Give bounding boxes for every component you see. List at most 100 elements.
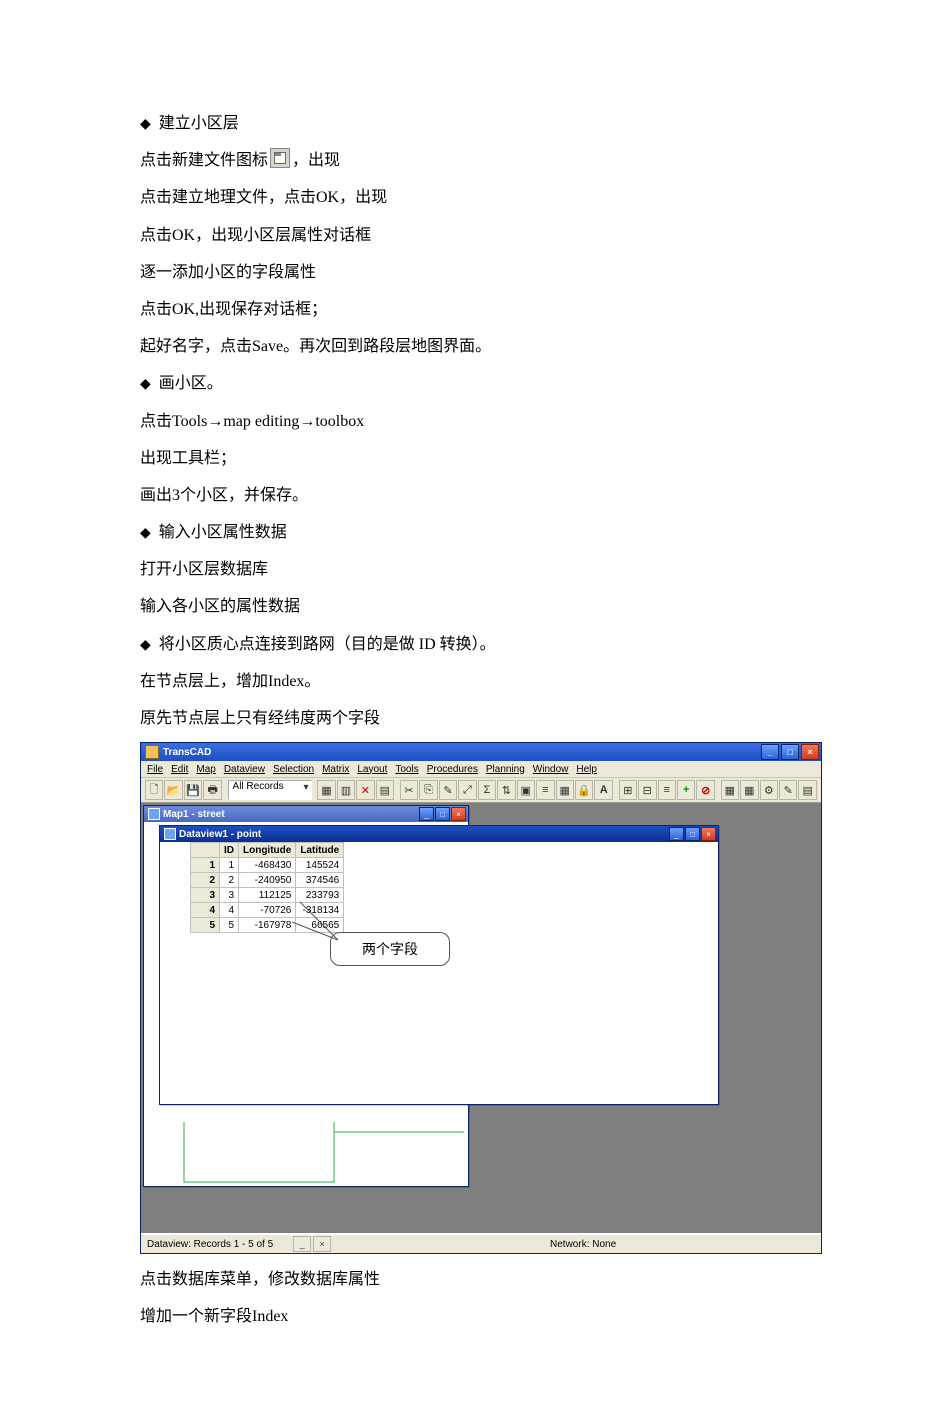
- text: 增加一个新字段Index: [140, 1308, 288, 1325]
- menu-matrix[interactable]: Matrix: [322, 764, 349, 775]
- text-line: 点击OK，出现小区层属性对话框: [140, 222, 805, 249]
- status-icon[interactable]: _: [293, 1236, 311, 1252]
- menu-map[interactable]: Map: [196, 764, 215, 775]
- minimize-button[interactable]: _: [761, 744, 779, 760]
- cell[interactable]: -167978: [239, 918, 296, 933]
- col-header[interactable]: ID: [220, 843, 239, 858]
- cell[interactable]: -468430: [239, 858, 296, 873]
- close-button[interactable]: ×: [801, 744, 819, 760]
- open-icon[interactable]: 📂: [164, 780, 182, 800]
- tool-icon[interactable]: ✕: [356, 780, 374, 800]
- table-row[interactable]: 11-468430145524: [191, 858, 344, 873]
- maximize-button[interactable]: □: [781, 744, 799, 760]
- text: 点击OK,出现保存对话框；: [140, 301, 327, 318]
- text-line: 逐一添加小区的字段属性: [140, 259, 805, 286]
- text: 输入各小区的属性数据: [140, 598, 300, 615]
- menu-help[interactable]: Help: [576, 764, 597, 775]
- menu-planning[interactable]: Planning: [486, 764, 525, 775]
- tool-icon[interactable]: ▦: [556, 780, 574, 800]
- tool-icon[interactable]: ▣: [517, 780, 535, 800]
- minimize-button[interactable]: _: [419, 807, 434, 821]
- tool-icon[interactable]: ⊟: [638, 780, 656, 800]
- text: 逐一添加小区的字段属性: [140, 264, 316, 281]
- tool-icon[interactable]: ✂: [400, 780, 418, 800]
- window-icon: [148, 808, 160, 820]
- cell[interactable]: 2: [220, 873, 239, 888]
- dataview-body: ID Longitude Latitude 11-46843014552422-…: [160, 842, 718, 1104]
- menu-procedures[interactable]: Procedures: [427, 764, 478, 775]
- text: 点击OK，出现小区层属性对话框: [140, 227, 371, 244]
- cell[interactable]: 374546: [296, 873, 344, 888]
- text-line: 画出3个小区，并保存。: [140, 482, 805, 509]
- cell[interactable]: 5: [220, 918, 239, 933]
- tool-icon[interactable]: ✎: [779, 780, 797, 800]
- menu-window[interactable]: Window: [533, 764, 569, 775]
- text: 画小区。: [159, 375, 223, 392]
- tool-icon[interactable]: ⊘: [696, 780, 714, 800]
- tool-icon[interactable]: +: [677, 780, 695, 800]
- tool-icon[interactable]: ▦: [740, 780, 758, 800]
- menu-layout[interactable]: Layout: [357, 764, 387, 775]
- text-line: 输入各小区的属性数据: [140, 593, 805, 620]
- menu-selection[interactable]: Selection: [273, 764, 314, 775]
- cell[interactable]: 1: [220, 858, 239, 873]
- bullet-line: ◆ 将小区质心点连接到路网（目的是做 ID 转换）。: [140, 631, 805, 658]
- minimize-button[interactable]: _: [669, 827, 684, 841]
- col-header[interactable]: Longitude: [239, 843, 296, 858]
- window-icon: [164, 828, 176, 840]
- tool-icon[interactable]: ▥: [337, 780, 355, 800]
- status-icon[interactable]: ×: [313, 1236, 331, 1252]
- table-row[interactable]: 22-240950374546: [191, 873, 344, 888]
- tool-icon[interactable]: ✎: [439, 780, 457, 800]
- tool-icon[interactable]: A: [594, 780, 612, 800]
- mdi-area: Map1 - street _ □ ×: [141, 803, 821, 1233]
- text: 输入小区属性数据: [159, 524, 287, 541]
- tool-icon[interactable]: ⎘: [419, 780, 437, 800]
- text-line: 原先节点层上只有经纬度两个字段: [140, 705, 805, 732]
- text-line: 点击OK,出现保存对话框；: [140, 296, 805, 323]
- records-dropdown[interactable]: All Records: [228, 780, 312, 800]
- map-window-title: Map1 - street: [163, 809, 419, 820]
- close-button[interactable]: ×: [451, 807, 466, 821]
- tool-icon[interactable]: ≡: [658, 780, 676, 800]
- tool-icon[interactable]: ⊞: [619, 780, 637, 800]
- text: 将小区质心点连接到路网（目的是做 ID 转换）。: [159, 636, 496, 653]
- cell[interactable]: -70726: [239, 903, 296, 918]
- status-left: Dataview: Records 1 - 5 of 5: [147, 1239, 273, 1250]
- maximize-button[interactable]: □: [685, 827, 700, 841]
- print-icon[interactable]: 🖶: [203, 780, 221, 800]
- text: 在节点层上，增加Index。: [140, 673, 320, 690]
- diamond-icon: ◆: [140, 117, 151, 132]
- maximize-button[interactable]: □: [435, 807, 450, 821]
- tool-icon[interactable]: ⇅: [497, 780, 515, 800]
- tool-icon[interactable]: Σ: [478, 780, 496, 800]
- save-icon[interactable]: 💾: [184, 780, 202, 800]
- text: 画出3个小区，并保存。: [140, 487, 308, 504]
- tool-icon[interactable]: ⤢: [458, 780, 476, 800]
- col-header[interactable]: Latitude: [296, 843, 344, 858]
- cell[interactable]: 4: [220, 903, 239, 918]
- close-button[interactable]: ×: [701, 827, 716, 841]
- menubar: File Edit Map Dataview Selection Matrix …: [141, 761, 821, 778]
- menu-tools[interactable]: Tools: [395, 764, 418, 775]
- menu-file[interactable]: File: [147, 764, 163, 775]
- cell[interactable]: -240950: [239, 873, 296, 888]
- cell[interactable]: 145524: [296, 858, 344, 873]
- tool-icon[interactable]: ▤: [798, 780, 816, 800]
- dataview-window[interactable]: Dataview1 - point _ □ ×: [159, 825, 719, 1105]
- cell[interactable]: 112125: [239, 888, 296, 903]
- new-icon[interactable]: 🗋: [145, 780, 163, 800]
- tool-icon[interactable]: ⚙: [760, 780, 778, 800]
- tool-icon[interactable]: ≡: [536, 780, 554, 800]
- tool-icon[interactable]: 🔒: [575, 780, 593, 800]
- menu-dataview[interactable]: Dataview: [224, 764, 265, 775]
- tool-icon[interactable]: ▦: [317, 780, 335, 800]
- menu-edit[interactable]: Edit: [171, 764, 188, 775]
- tool-icon[interactable]: ▦: [721, 780, 739, 800]
- text: 点击Tools→map editing→toolbox: [140, 413, 364, 430]
- text-line: 点击建立地理文件，点击OK，出现: [140, 184, 805, 211]
- cell[interactable]: 3: [220, 888, 239, 903]
- text: 原先节点层上只有经纬度两个字段: [140, 710, 380, 727]
- text: 点击新建文件图标: [140, 152, 268, 169]
- tool-icon[interactable]: ▤: [376, 780, 394, 800]
